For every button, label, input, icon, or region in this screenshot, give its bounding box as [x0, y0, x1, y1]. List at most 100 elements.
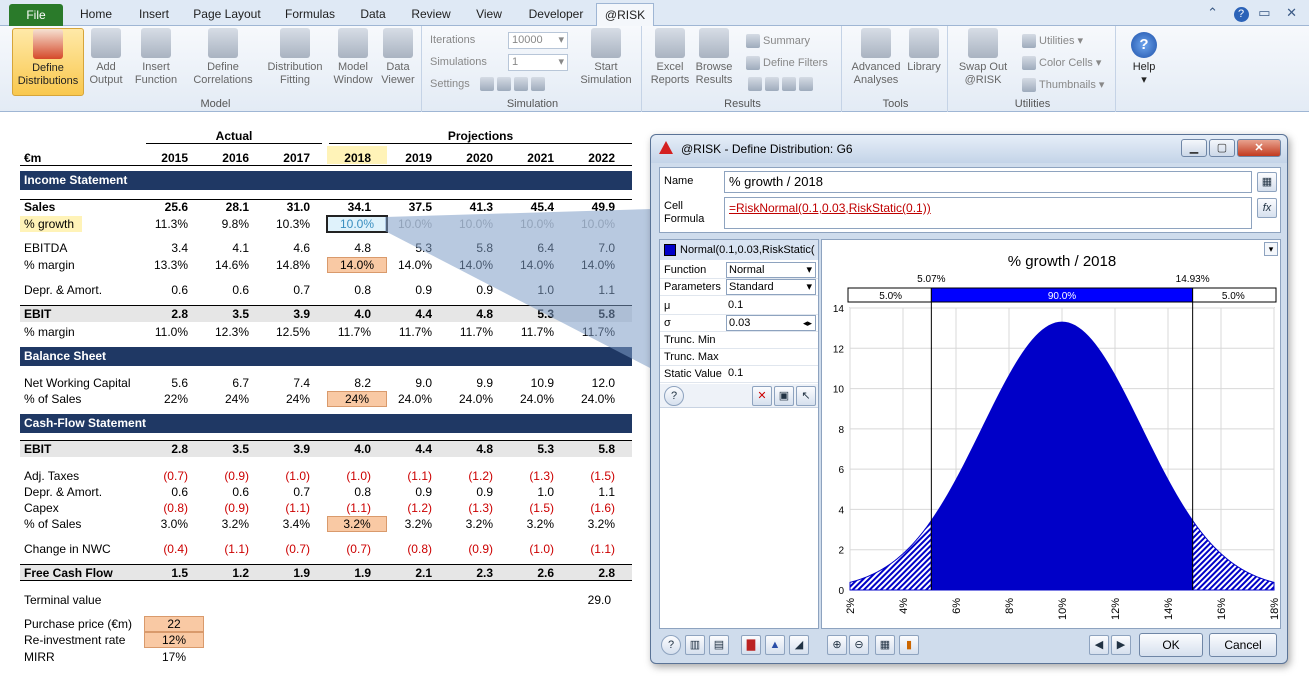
cell-cf-ebit[interactable]: 4.4	[390, 442, 432, 456]
cell-growth[interactable]: 11.3%	[146, 217, 188, 231]
cell-capex-pct[interactable]: 3.2%	[512, 517, 554, 531]
sigma-input[interactable]: 0.03 ◂▸	[726, 315, 816, 331]
cell-change-nwc[interactable]: (0.7)	[268, 542, 310, 556]
cell-nwc[interactable]: 8.2	[329, 376, 371, 390]
cell-ebitda[interactable]: 3.4	[146, 241, 188, 255]
cell-nwc[interactable]: 5.6	[146, 376, 188, 390]
cell-capex-pct[interactable]: 3.4%	[268, 517, 310, 531]
cell-change-nwc[interactable]: (1.1)	[573, 542, 615, 556]
cell-nwc-pct[interactable]: 24.0%	[451, 392, 493, 406]
cell-capex[interactable]: (1.5)	[512, 501, 554, 515]
terminal-value[interactable]: 29.0	[573, 593, 611, 607]
cell-change-nwc[interactable]: (0.4)	[146, 542, 188, 556]
mirr-label[interactable]: MIRR	[24, 650, 55, 664]
cell-nwc[interactable]: 9.9	[451, 376, 493, 390]
purchase-price-label[interactable]: Purchase price (€m)	[24, 617, 132, 631]
cell-adj-taxes[interactable]: (1.0)	[329, 469, 371, 483]
cell-nwc-pct[interactable]: 24.0%	[390, 392, 432, 406]
row-label-ebit[interactable]: EBIT	[24, 307, 51, 321]
tab-file[interactable]: File	[9, 4, 63, 27]
cell-nwc-pct[interactable]: 24%	[329, 392, 385, 406]
cell-ebitda-margin[interactable]: 14.6%	[207, 258, 249, 272]
data-viewer-button[interactable]: Data Viewer	[378, 28, 418, 87]
year-header[interactable]: 2015	[146, 151, 188, 165]
cell-cf-ebit[interactable]: 2.8	[146, 442, 188, 456]
cell-ebit[interactable]: 3.9	[268, 307, 310, 321]
row-label-nwc-pct[interactable]: % of Sales	[24, 392, 81, 406]
chart-settings-button[interactable]: ▦	[875, 635, 895, 655]
trunc-max-input[interactable]	[726, 349, 816, 365]
help-button-bottom[interactable]: ?	[661, 635, 681, 655]
tab-insert[interactable]: Insert	[132, 3, 176, 26]
cell-nwc-pct[interactable]: 24%	[268, 392, 310, 406]
cell-capex[interactable]: (1.3)	[451, 501, 493, 515]
excel-reports-button[interactable]: Excel Reports	[648, 28, 692, 87]
cell-change-nwc[interactable]: (1.1)	[207, 542, 249, 556]
cell-nwc-pct[interactable]: 24.0%	[512, 392, 554, 406]
cell-ebit[interactable]: 4.0	[329, 307, 371, 321]
cell-ebit-margin[interactable]: 12.5%	[268, 325, 310, 339]
cell-sales[interactable]: 28.1	[207, 200, 249, 214]
maximize-button[interactable]: ▢	[1209, 139, 1235, 157]
dialog-titlebar[interactable]: @RISK - Define Distribution: G6 ▁ ▢ ✕	[651, 135, 1287, 163]
density-button[interactable]: ▲	[765, 635, 785, 655]
row-label-cf-depr[interactable]: Depr. & Amort.	[24, 485, 102, 499]
cell-nwc[interactable]: 10.9	[512, 376, 554, 390]
cell-ebit[interactable]: 2.8	[146, 307, 188, 321]
year-header[interactable]: 2020	[451, 151, 493, 165]
iterations-select[interactable]: 10000 ▾	[508, 32, 568, 49]
purchase-price-value[interactable]: 22	[144, 617, 204, 631]
cell-cf-ebit[interactable]: 3.9	[268, 442, 310, 456]
cell-capex[interactable]: (1.1)	[329, 501, 371, 515]
close-button[interactable]: ✕	[1237, 139, 1281, 157]
name-input[interactable]: % growth / 2018	[724, 171, 1252, 193]
cell-capex[interactable]: (1.2)	[390, 501, 432, 515]
cell-depr[interactable]: 0.8	[329, 283, 371, 297]
reinvestment-rate-value[interactable]: 12%	[144, 633, 204, 647]
cell-ebit-margin[interactable]: 12.3%	[207, 325, 249, 339]
thumbnails-button[interactable]: Thumbnails ▾	[1022, 78, 1104, 93]
define-distributions-button[interactable]: Define Distributions	[12, 28, 84, 96]
calculator-button[interactable]: ▤	[709, 635, 729, 655]
cell-change-nwc[interactable]: (0.7)	[329, 542, 371, 556]
cell-capex[interactable]: (1.6)	[573, 501, 615, 515]
add-output-button[interactable]: Add Output	[86, 28, 126, 87]
cell-capex[interactable]: (0.8)	[146, 501, 188, 515]
cumulative-button[interactable]: ◢	[789, 635, 809, 655]
ribbon-help-controls[interactable]: ⌃ ? ▭ ✕	[1207, 5, 1303, 22]
row-label-sales[interactable]: Sales	[24, 200, 55, 214]
cell-ebitda[interactable]: 4.6	[268, 241, 310, 255]
row-label-adj-taxes[interactable]: Adj. Taxes	[24, 469, 79, 483]
cell-cf-ebit[interactable]: 4.0	[329, 442, 371, 456]
cell-fcf[interactable]: 2.6	[512, 566, 554, 580]
row-label-ebitda-margin[interactable]: % margin	[24, 258, 75, 272]
terminal-value-label[interactable]: Terminal value	[24, 593, 101, 607]
tab-view[interactable]: View	[471, 3, 507, 26]
cell-nwc[interactable]: 9.0	[390, 376, 432, 390]
cell-ebitda[interactable]: 4.1	[207, 241, 249, 255]
row-label-ebit-margin[interactable]: % margin	[24, 325, 75, 339]
cell-capex-pct[interactable]: 3.2%	[573, 517, 615, 531]
mu-input[interactable]: 0.1	[726, 298, 816, 314]
tab-risk[interactable]: @RISK	[596, 3, 654, 26]
zoom-out-button[interactable]: ⊖	[849, 635, 869, 655]
cell-fcf[interactable]: 1.2	[207, 566, 249, 580]
row-label-growth[interactable]: % growth	[24, 217, 74, 231]
cell-nwc-pct[interactable]: 22%	[146, 392, 188, 406]
cell-sales[interactable]: 25.6	[146, 200, 188, 214]
mirr-value[interactable]: 17%	[144, 650, 204, 664]
ok-button[interactable]: OK	[1139, 633, 1203, 657]
cell-adj-taxes[interactable]: (1.2)	[451, 469, 493, 483]
chart-type-button[interactable]: ▥	[685, 635, 705, 655]
model-window-button[interactable]: Model Window	[330, 28, 376, 87]
cell-change-nwc[interactable]: (1.0)	[512, 542, 554, 556]
tab-formulas[interactable]: Formulas	[280, 3, 340, 26]
cell-capex-pct[interactable]: 3.2%	[207, 517, 249, 531]
cell-fcf[interactable]: 2.3	[451, 566, 493, 580]
cell-cf-ebit[interactable]: 5.8	[573, 442, 615, 456]
cell-cf-depr[interactable]: 0.9	[451, 485, 493, 499]
cell-cf-depr[interactable]: 0.9	[390, 485, 432, 499]
section-income-statement[interactable]: Income Statement	[20, 171, 632, 190]
row-label-nwc[interactable]: Net Working Capital	[24, 376, 131, 390]
library-button[interactable]: Library	[904, 28, 944, 74]
